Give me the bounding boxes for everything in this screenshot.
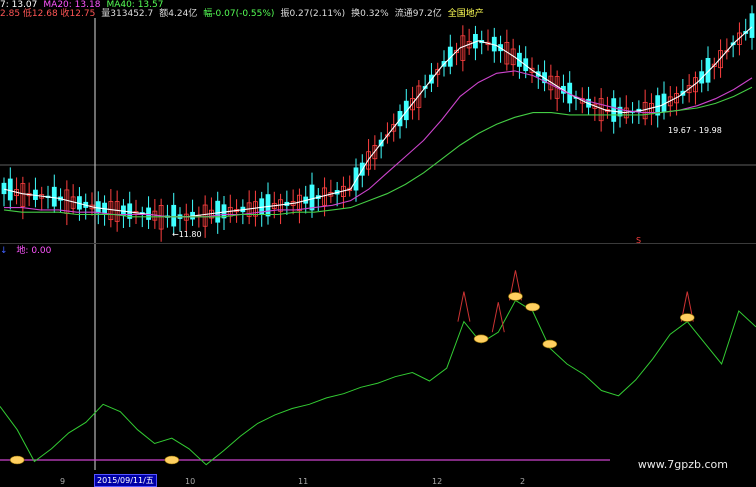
ma-line-ma40 [3,86,753,218]
peak-spike [457,291,471,322]
indicator-header: ↓ 地: 0.00 [0,246,57,256]
indicator-label: 地: 0.00 [16,246,52,256]
cursor-crosshair [0,18,756,470]
kline-panel [1,5,755,242]
signal-marker [679,313,695,322]
signal-marker [542,339,558,349]
peak-spike [491,302,505,333]
x-tick-label: 10 [185,477,195,486]
quote-field-1: 量313452.7 [101,9,154,19]
candle-body [353,167,359,191]
signal-marker [508,292,523,301]
x-tick-label: 9 [60,477,65,486]
candle-body [265,194,271,217]
candle-body [215,200,221,223]
quote-field-5: 换0.32% [351,9,389,19]
candle-body [749,13,755,38]
quote-field-0: 2.85 低12.68 收12.75 [0,9,96,19]
candle-body [7,178,13,201]
x-tick-label: 2 [520,477,525,486]
signal-marker [473,334,489,344]
low-price-label: ←11.80 [172,230,202,239]
quote-field-2: 额4.24亿 [159,9,198,19]
sell-marker: S [636,236,642,245]
quote-bar: 2.85 低12.68 收12.75 量313452.7 额4.24亿 幅-0.07(… [0,9,490,19]
ma-line-ma20 [4,70,753,218]
panel-separator [0,243,756,244]
candle-body [51,186,57,207]
x-tick-label: 12 [432,477,442,486]
ma-line-7 [3,26,753,218]
candle-body [611,98,617,122]
indicator-panel: 9 10 11 12 2 [0,270,756,486]
quote-field-3: 幅-0.07(-0.55%) [203,9,275,19]
range-label: 19.67 - 19.98 [668,126,722,135]
quote-field-7: 全国地产 [447,9,484,19]
arrow-icon: ↓ [0,246,8,256]
indicator-line [0,299,756,466]
signal-marker [525,302,540,312]
candle-body [171,204,177,227]
quote-field-4: 振0.27(2.11%) [280,9,346,19]
candle-body [309,184,315,211]
quote-field-6: 流通97.2亿 [394,9,442,19]
candle-body [1,182,7,195]
signal-marker [9,455,25,465]
date-cursor-label: 2015/09/11/五 [94,474,157,487]
signal-marker [164,455,180,465]
x-tick-label: 11 [298,477,308,486]
watermark: www.7gpzb.com [637,458,728,471]
